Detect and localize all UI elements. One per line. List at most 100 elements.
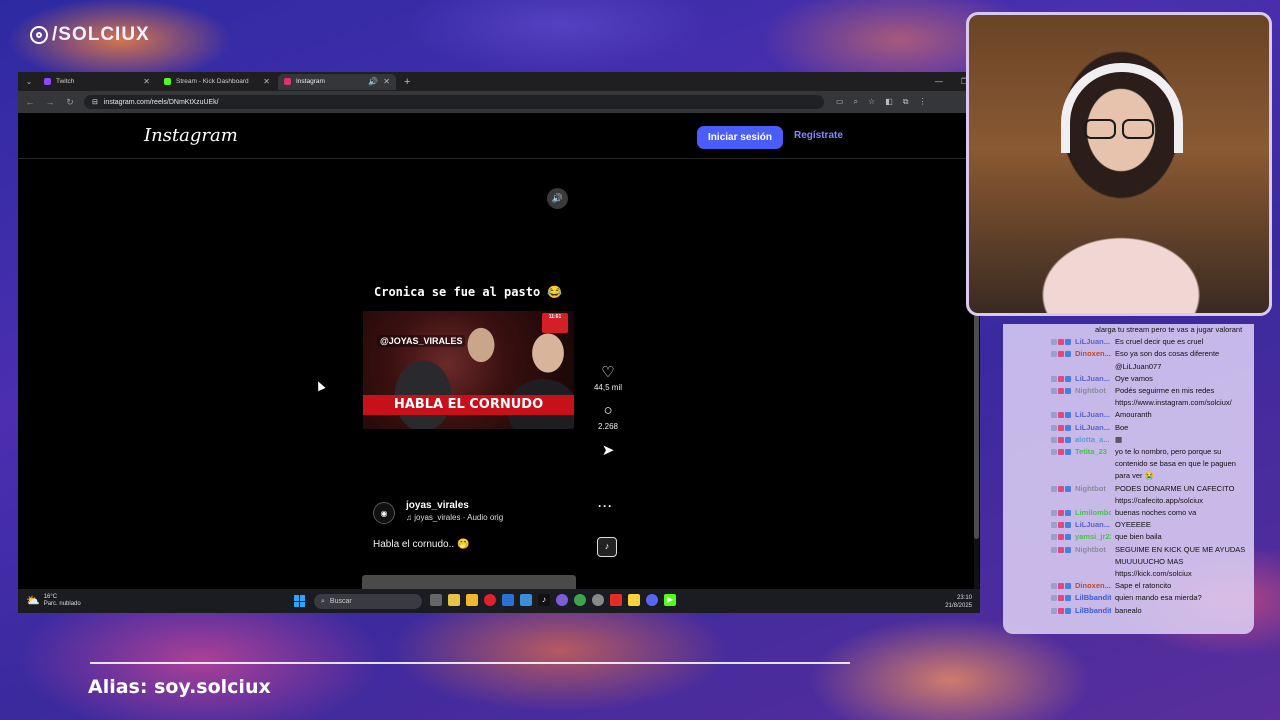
notes-icon[interactable] <box>628 594 640 606</box>
chat-message: LiLJuan... Oye vamos <box>1007 373 1250 385</box>
badge-icon <box>1065 339 1071 346</box>
reload-icon[interactable]: ↻ <box>64 97 76 108</box>
badge-icon <box>1058 583 1064 590</box>
tv-channel-logo: 11:61 <box>542 313 568 333</box>
speaker-icon[interactable]: 🔊 <box>368 77 378 86</box>
chat-username[interactable]: LiLJuan... <box>1075 422 1111 434</box>
discord-icon[interactable] <box>646 594 658 606</box>
youtube-icon[interactable] <box>610 594 622 606</box>
chat-message: alotta_a... ▦ <box>1007 434 1250 446</box>
taskbar-search[interactable]: ⌕ Buscar <box>314 594 422 609</box>
site-info-icon[interactable]: ⊟ <box>92 98 98 106</box>
badge-icon <box>1065 522 1071 529</box>
badge-icon <box>1051 607 1057 614</box>
next-reel-preview[interactable] <box>362 575 576 589</box>
login-button[interactable]: Iniciar sesión <box>697 126 783 149</box>
chat-message: LilBbandit quien mando esa mierda? <box>1007 592 1250 604</box>
close-icon[interactable]: ✕ <box>263 77 270 86</box>
badge-icon <box>1065 436 1071 443</box>
zoom-icon[interactable]: ⌕ <box>854 97 858 107</box>
badge-icon <box>1058 595 1064 602</box>
webcam-feed <box>966 12 1272 316</box>
sidebar-icon[interactable]: ◧ <box>885 97 893 107</box>
chat-text: quien mando esa mierda? <box>1115 593 1202 603</box>
chrome-icon[interactable] <box>574 594 586 606</box>
minimize-icon[interactable]: — <box>935 77 943 86</box>
badge-icon <box>1051 375 1057 382</box>
chat-username[interactable]: LilBbandit <box>1075 605 1111 617</box>
chat-username[interactable]: Nightbot <box>1075 483 1111 507</box>
chat-username[interactable]: Tetita_23 <box>1075 446 1111 483</box>
chat-message: Limilombo buenas noches como va <box>1007 507 1250 519</box>
close-icon[interactable]: ✕ <box>143 77 150 86</box>
tab-instagram[interactable]: Instagram 🔊 ✕ <box>278 73 396 90</box>
extensions-icon[interactable]: ⧉ <box>903 97 909 107</box>
settings-icon[interactable] <box>592 594 604 606</box>
avatar[interactable]: ◉ <box>373 502 395 524</box>
author-name[interactable]: joyas_virales <box>406 500 469 511</box>
tab-twitch[interactable]: Twitch ✕ <box>38 74 156 90</box>
tab-kick-dashboard[interactable]: Stream - Kick Dashboard ✕ <box>158 74 276 90</box>
chat-text: alarga tu stream pero te vas a jugar val… <box>1095 325 1243 334</box>
kick-icon[interactable]: ▶ <box>664 594 676 606</box>
chat-username[interactable]: LiLJuan... <box>1075 409 1111 421</box>
system-clock[interactable]: 23:10 21/8/2025 <box>945 594 972 610</box>
chat-username[interactable]: LiLJuan... <box>1075 519 1111 531</box>
chat-username[interactable]: Nightbot <box>1075 385 1111 409</box>
instagram-logo[interactable]: Instagram <box>144 125 238 146</box>
more-options-icon[interactable]: ··· <box>598 499 613 513</box>
chat-badges <box>1007 580 1071 592</box>
badge-icon <box>1065 595 1071 602</box>
volume-icon[interactable]: 🔊 <box>547 188 568 209</box>
chat-username[interactable]: LilBbandit <box>1075 592 1111 604</box>
back-icon[interactable]: ← <box>24 97 36 107</box>
new-tab-button[interactable]: + <box>404 76 410 88</box>
comment-icon[interactable]: ○ <box>592 402 624 422</box>
chat-username[interactable]: LiLJuan... <box>1075 336 1111 348</box>
tiktok-icon[interactable]: ♪ <box>538 594 550 606</box>
kick-icon <box>164 78 171 85</box>
weather-widget[interactable]: ⛅ 16°C Parc. nublado <box>18 594 81 608</box>
chat-message: Nightbot PODES DONARME UN CAFECITO https:… <box>1007 483 1250 507</box>
browser-tab-strip: ⌄ Twitch ✕ Stream - Kick Dashboard ✕ Ins… <box>18 72 980 91</box>
share-icon[interactable]: ➤ <box>592 441 624 461</box>
menu-icon[interactable]: ⋮ <box>919 97 927 107</box>
chat-badges <box>1007 507 1071 519</box>
app-icon[interactable] <box>556 594 568 606</box>
cast-icon[interactable]: ▭ <box>836 97 844 107</box>
folder-icon[interactable] <box>466 594 478 606</box>
badge-icon <box>1065 534 1071 541</box>
chat-username[interactable]: Limilombo <box>1075 507 1111 519</box>
chat-message: LiLJuan... Boe <box>1007 422 1250 434</box>
photos-icon[interactable] <box>520 594 532 606</box>
taskbar-apps: ♪ ▶ <box>430 594 676 606</box>
outlook-icon[interactable] <box>502 594 514 606</box>
audio-label[interactable]: ♫ joyas_virales · Audio orig <box>406 513 503 522</box>
register-link[interactable]: Regístrate <box>794 130 843 141</box>
badge-icon <box>1065 546 1071 553</box>
chat-username[interactable]: alotta_a... <box>1075 434 1111 446</box>
badge-icon <box>1051 583 1057 590</box>
tab-search-icon[interactable]: ⌄ <box>22 75 36 89</box>
chat-username[interactable]: yamsi_jr23 <box>1075 531 1111 543</box>
calendar-icon[interactable] <box>448 594 460 606</box>
heart-icon[interactable]: ♡ <box>592 363 624 383</box>
audio-thumbnail[interactable]: ♪ <box>597 537 617 557</box>
reel-video[interactable]: 11:61 @JOYAS_VIRALES HABLA EL CORNUDO <box>363 311 574 429</box>
bookmark-star-icon[interactable]: ☆ <box>868 97 875 107</box>
badge-icon <box>1065 412 1071 419</box>
chat-username[interactable]: LiLJuan... <box>1075 373 1111 385</box>
opera-icon[interactable] <box>484 594 496 606</box>
chat-username[interactable]: Nightbot <box>1075 544 1111 581</box>
windows-start-icon[interactable] <box>294 595 306 607</box>
forward-icon[interactable]: → <box>44 97 56 107</box>
chat-username[interactable]: Dinoxen... <box>1075 348 1111 372</box>
chat-username[interactable]: Dinoxen... <box>1075 580 1111 592</box>
task-view-icon[interactable] <box>430 594 442 606</box>
chat-badges <box>1007 434 1071 446</box>
badge-icon <box>1058 412 1064 419</box>
badge-icon <box>1058 534 1064 541</box>
close-icon[interactable]: ✕ <box>383 77 390 86</box>
chat-text: SEGUIME EN KICK QUE ME AYUDAS MUUUUUCHO … <box>1115 544 1246 579</box>
address-bar[interactable]: ⊟ instagram.com/reels/DNmKtXzuUEk/ <box>84 95 824 109</box>
